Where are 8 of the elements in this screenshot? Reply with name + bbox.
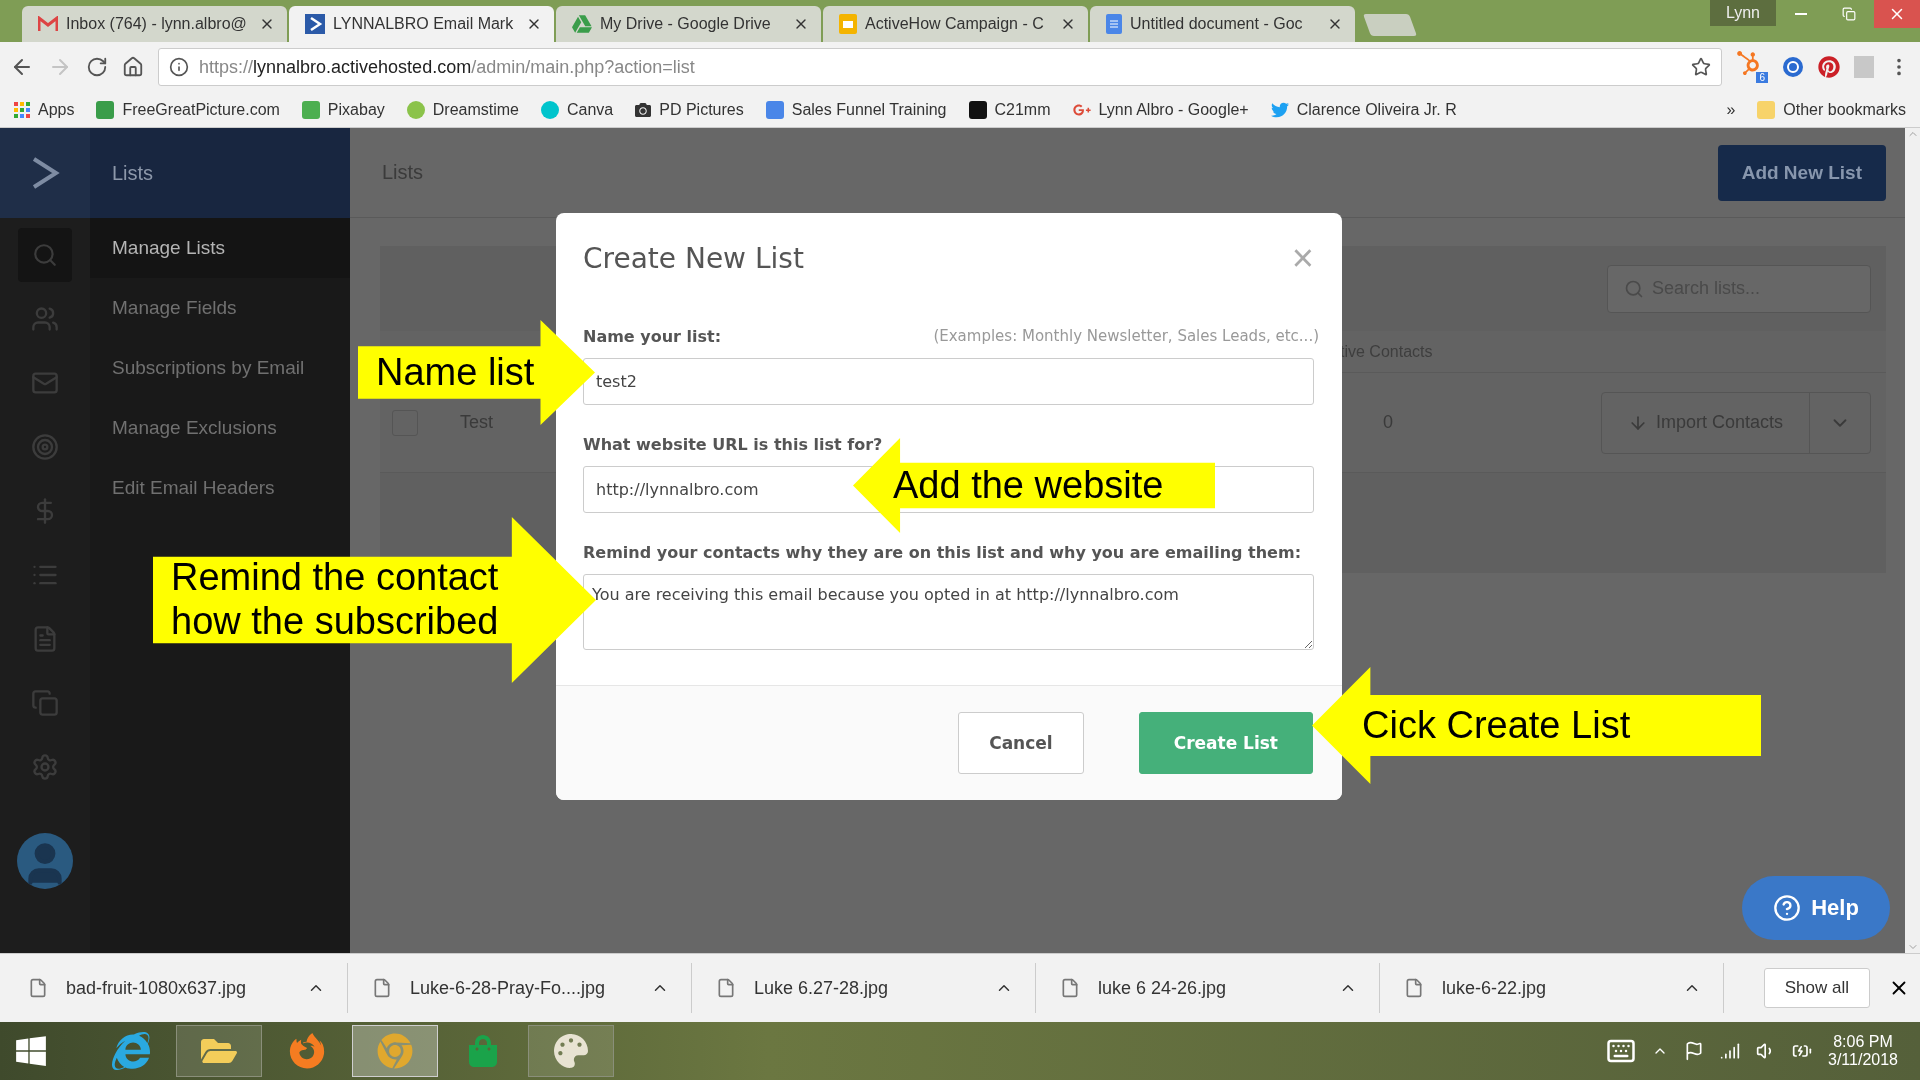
url-text: https://lynnalbro.activehosted.com/admin/main.php?action=list — [199, 56, 696, 78]
field-hint: (Examples: Monthly Newsletter, Sales Leads, etc...) — [933, 327, 1319, 346]
badge-count: 6 — [1756, 72, 1768, 83]
clock-time: 8:06 PM — [1833, 1033, 1893, 1051]
clock-date: 3/11/2018 — [1828, 1051, 1898, 1069]
field-label: What website URL is this list for? — [583, 435, 883, 454]
section-title: Lists — [90, 128, 350, 218]
dialog-title: Create New List — [583, 241, 804, 275]
